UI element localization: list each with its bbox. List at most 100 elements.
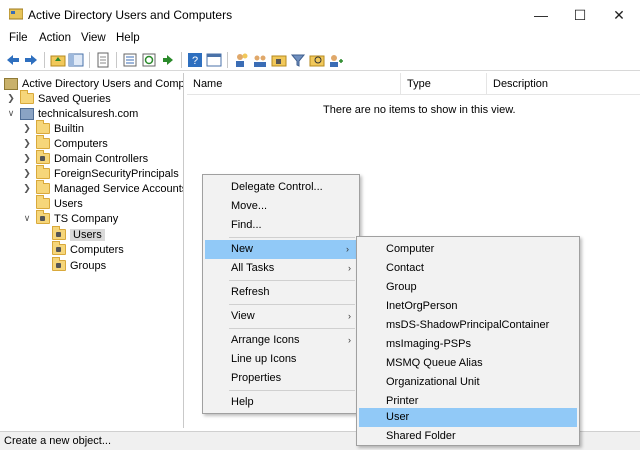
- menu-item-arrange-icons-label: Arrange Icons: [231, 334, 300, 346]
- folder-icon: [36, 165, 50, 179]
- submenu-item-group[interactable]: Group: [357, 278, 579, 297]
- expand-icon[interactable]: ❯: [22, 153, 32, 164]
- menu-item-delegate-control[interactable]: Delegate Control...: [203, 178, 359, 197]
- svg-text:?: ?: [192, 55, 198, 67]
- folder-icon: [36, 135, 50, 149]
- window-title: Active Directory Users and Computers: [28, 8, 233, 22]
- tree-item-users[interactable]: Users: [22, 195, 83, 211]
- forward-arrow-icon[interactable]: [23, 52, 39, 68]
- tree-item-label: Builtin: [54, 122, 84, 135]
- tree-item-domain-controllers[interactable]: ❯ Domain Controllers: [22, 150, 148, 166]
- properties-icon[interactable]: [95, 52, 111, 68]
- tree-item-label: TS Company: [54, 212, 119, 225]
- expand-icon[interactable]: ❯: [22, 123, 32, 134]
- ou-icon: [52, 241, 66, 255]
- submenu-arrow-icon: ›: [346, 244, 349, 254]
- menu-item-arrange-icons[interactable]: Arrange Icons ›: [203, 331, 359, 350]
- tree-item-ts-groups[interactable]: Groups: [38, 257, 107, 273]
- tree-item-managed-service-accounts[interactable]: ❯ Managed Service Accounts: [22, 180, 183, 196]
- tree-item-ts-users[interactable]: Users: [38, 226, 105, 242]
- tree-item-domain[interactable]: ∨ technicalsuresh.com: [6, 106, 138, 121]
- folder-icon: [36, 120, 50, 134]
- ou-icon: [36, 150, 50, 164]
- ad-root-icon: [4, 77, 18, 90]
- column-description[interactable]: Description: [487, 73, 640, 95]
- menu-file[interactable]: File: [9, 32, 28, 44]
- submenu-arrow-icon: ›: [348, 263, 351, 273]
- menu-item-line-up-icons[interactable]: Line up Icons: [203, 350, 359, 369]
- column-type[interactable]: Type: [401, 73, 487, 95]
- menu-item-find[interactable]: Find...: [203, 216, 359, 235]
- menu-item-view-label: View: [231, 310, 255, 322]
- tree-item-foreign-security-principals[interactable]: ❯ ForeignSecurityPrincipals: [22, 165, 179, 181]
- tree-item-computers[interactable]: ❯ Computers: [22, 135, 108, 151]
- tree-item-label: Computers: [54, 137, 108, 150]
- toolbar: ?: [0, 49, 640, 71]
- menu-item-all-tasks[interactable]: All Tasks ›: [203, 259, 359, 278]
- menu-item-all-tasks-label: All Tasks: [231, 262, 275, 274]
- help-icon[interactable]: ?: [187, 52, 203, 68]
- refresh-icon[interactable]: [141, 52, 157, 68]
- context-menu: Delegate Control... Move... Find... New …: [202, 174, 360, 414]
- expand-icon[interactable]: ❯: [6, 93, 16, 104]
- expand-icon[interactable]: ❯: [22, 183, 32, 194]
- tree-item-label: technicalsuresh.com: [38, 107, 139, 120]
- menu-action[interactable]: Action: [39, 32, 71, 44]
- back-arrow-icon[interactable]: [5, 52, 21, 68]
- folder-icon: [20, 90, 34, 104]
- menu-view[interactable]: View: [81, 32, 106, 44]
- tree-item-label: Users: [54, 197, 83, 210]
- show-hide-tree-icon[interactable]: [68, 52, 84, 68]
- collapse-icon[interactable]: ∨: [22, 213, 32, 224]
- tree-item-saved-queries[interactable]: ❯ Saved Queries: [6, 90, 111, 106]
- submenu-item-msmq-queue-alias[interactable]: MSMQ Queue Alias: [357, 354, 579, 373]
- menu-item-properties[interactable]: Properties: [203, 369, 359, 388]
- submenu-item-user[interactable]: User: [359, 408, 577, 427]
- ad-console-icon: [9, 8, 23, 20]
- tree-item-builtin[interactable]: ❯ Builtin: [22, 120, 84, 136]
- submenu-item-inetorgperson[interactable]: InetOrgPerson: [357, 297, 579, 316]
- console-window-icon[interactable]: [206, 52, 222, 68]
- menu-item-view[interactable]: View ›: [203, 307, 359, 326]
- collapse-icon[interactable]: ∨: [6, 108, 16, 119]
- expand-icon[interactable]: ❯: [22, 138, 32, 149]
- close-button[interactable]: ✕: [596, 0, 640, 30]
- ou-icon: [52, 226, 66, 240]
- menu-help[interactable]: Help: [116, 32, 140, 44]
- tree-root[interactable]: Active Directory Users and Computers: [4, 76, 183, 91]
- title-bar: Active Directory Users and Computers — ☐…: [0, 0, 640, 30]
- domain-icon: [20, 107, 34, 120]
- up-folder-icon[interactable]: [50, 52, 66, 68]
- console-icon[interactable]: [160, 52, 176, 68]
- expand-icon[interactable]: ❯: [22, 168, 32, 179]
- new-group-icon[interactable]: [252, 52, 268, 68]
- export-list-icon[interactable]: [122, 52, 138, 68]
- tree-item-label: Computers: [70, 243, 124, 256]
- menu-item-new[interactable]: New ›: [205, 240, 357, 259]
- tree-item-label: Users: [70, 228, 105, 241]
- new-ou-icon[interactable]: [271, 52, 287, 68]
- tree-item-label: Groups: [70, 259, 107, 272]
- tree-item-ts-computers[interactable]: Computers: [38, 241, 124, 257]
- column-header-row: Name Type Description: [187, 73, 640, 95]
- menu-item-move[interactable]: Move...: [203, 197, 359, 216]
- submenu-item-organizational-unit[interactable]: Organizational Unit: [357, 373, 579, 392]
- submenu-item-msimaging-psps[interactable]: msImaging-PSPs: [357, 335, 579, 354]
- submenu-item-contact[interactable]: Contact: [357, 259, 579, 278]
- empty-message: There are no items to show in this view.: [323, 104, 516, 116]
- submenu-item-shared-folder[interactable]: Shared Folder: [357, 427, 579, 446]
- new-user-icon[interactable]: [233, 52, 249, 68]
- submenu-arrow-icon: ›: [348, 311, 351, 321]
- new-submenu: Computer Contact Group InetOrgPerson msD…: [356, 236, 580, 446]
- menu-item-help[interactable]: Help: [203, 393, 359, 412]
- filter-icon[interactable]: [290, 52, 306, 68]
- ou-icon: [36, 210, 50, 224]
- menu-item-refresh[interactable]: Refresh: [203, 283, 359, 302]
- menu-item-new-label: New: [231, 243, 254, 255]
- find-icon[interactable]: [309, 52, 325, 68]
- submenu-item-computer[interactable]: Computer: [357, 240, 579, 259]
- add-to-group-icon[interactable]: [328, 52, 344, 68]
- tree-item-ts-company[interactable]: ∨ TS Company: [22, 210, 119, 226]
- submenu-item-msds-shadow-principal-container[interactable]: msDS-ShadowPrincipalContainer: [357, 316, 579, 335]
- column-name[interactable]: Name: [187, 73, 401, 95]
